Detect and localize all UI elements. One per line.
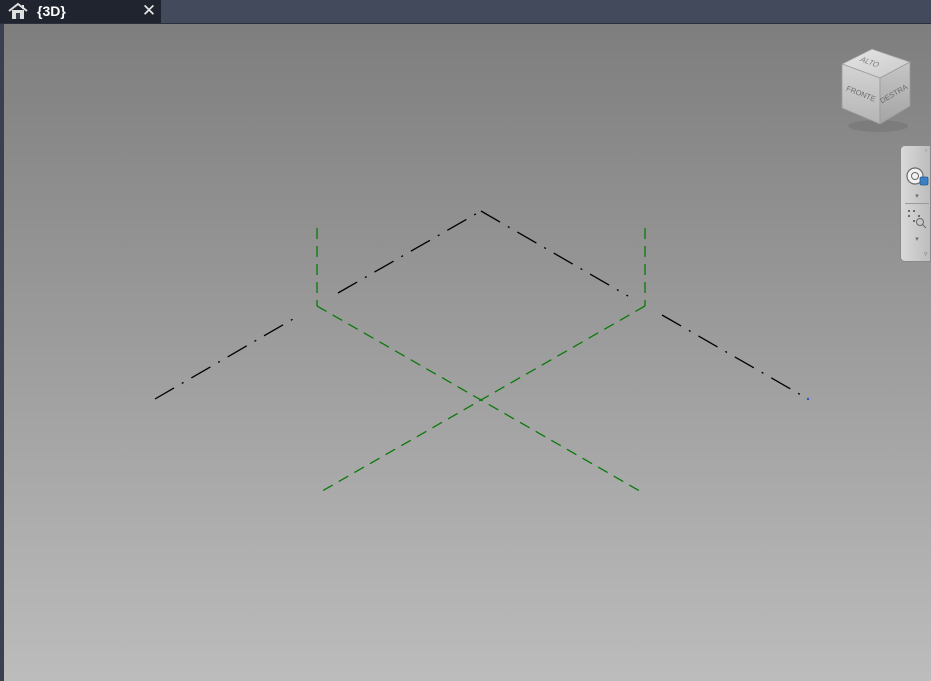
zoom-icon[interactable]: [904, 206, 930, 232]
navigation-bar: ◦ ▾ ▾ ▿: [900, 145, 931, 262]
tab-3d-view[interactable]: {3D} ✕: [0, 0, 161, 23]
model-geometry: [154, 210, 810, 495]
black-line-top-right: [480, 210, 629, 297]
steering-wheel-dropdown-icon[interactable]: ▾: [913, 193, 921, 200]
3d-viewport-canvas[interactable]: [4, 24, 931, 681]
close-tab-button[interactable]: ✕: [139, 1, 159, 21]
view-tab-bar: {3D} ✕: [0, 0, 931, 24]
green-dashed-lines: [316, 228, 646, 495]
black-dashdot-lines: [154, 210, 809, 400]
viewcube[interactable]: ALTO FRONTE DESTRA: [836, 44, 916, 134]
tab-title: {3D}: [37, 3, 66, 19]
zoom-dropdown-icon[interactable]: ▾: [913, 236, 921, 243]
navbar-options-icon[interactable]: ▿: [924, 251, 930, 258]
home-icon: [8, 2, 28, 19]
navbar-close-icon[interactable]: ◦: [924, 148, 930, 155]
steering-wheel-icon[interactable]: [904, 164, 930, 190]
black-line-top-left: [337, 210, 482, 294]
endpoint-marker: [806, 397, 810, 401]
black-line-left-upper: [154, 314, 301, 400]
black-line-right-lower: [661, 314, 809, 400]
revit-3d-view-window: {3D} ✕ ALTO FRONTE DESTRA ◦ ▾ ▾ ▿: [0, 0, 931, 681]
navbar-separator: [905, 203, 929, 204]
